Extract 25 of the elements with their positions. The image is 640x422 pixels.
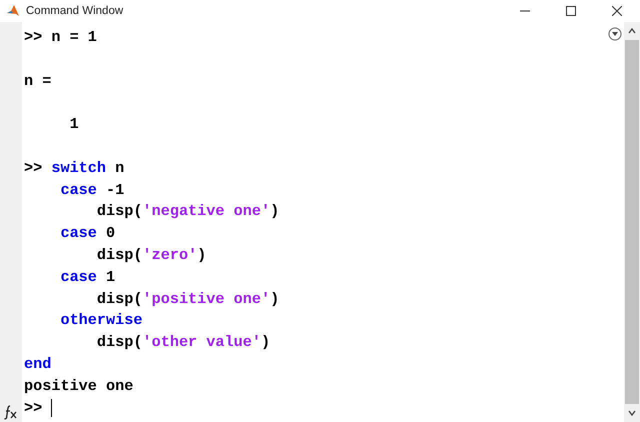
app-logo-icon bbox=[6, 4, 20, 18]
maximize-icon bbox=[566, 6, 576, 16]
scroll-down-icon[interactable] bbox=[627, 408, 637, 418]
code-line: end bbox=[24, 354, 52, 375]
text-cursor bbox=[51, 398, 52, 417]
dropdown-icon[interactable] bbox=[608, 27, 622, 41]
function-icon[interactable] bbox=[3, 404, 19, 420]
window-title: Command Window bbox=[26, 5, 124, 17]
code-line: case 0 bbox=[59, 223, 116, 244]
code-line: disp('positive one') bbox=[96, 288, 280, 310]
code-line: case -1 bbox=[59, 180, 124, 201]
code-line: >> n = 1 bbox=[24, 27, 97, 48]
code-line: case 1 bbox=[59, 266, 116, 288]
code-line: 1 bbox=[68, 114, 79, 136]
scrollbar[interactable] bbox=[624, 22, 640, 422]
code-line: disp('zero') bbox=[96, 244, 206, 266]
scroll-up-icon[interactable] bbox=[627, 26, 637, 36]
code-line: n = bbox=[24, 70, 52, 92]
command-prompt: >> bbox=[24, 398, 42, 417]
code-line: >> switch n bbox=[24, 158, 124, 179]
code-line: otherwise bbox=[59, 310, 142, 332]
code-line: positive one bbox=[24, 376, 134, 397]
close-icon bbox=[612, 6, 622, 16]
code-line: disp('other value') bbox=[96, 332, 270, 354]
code-line: disp('negative one') bbox=[96, 201, 280, 222]
